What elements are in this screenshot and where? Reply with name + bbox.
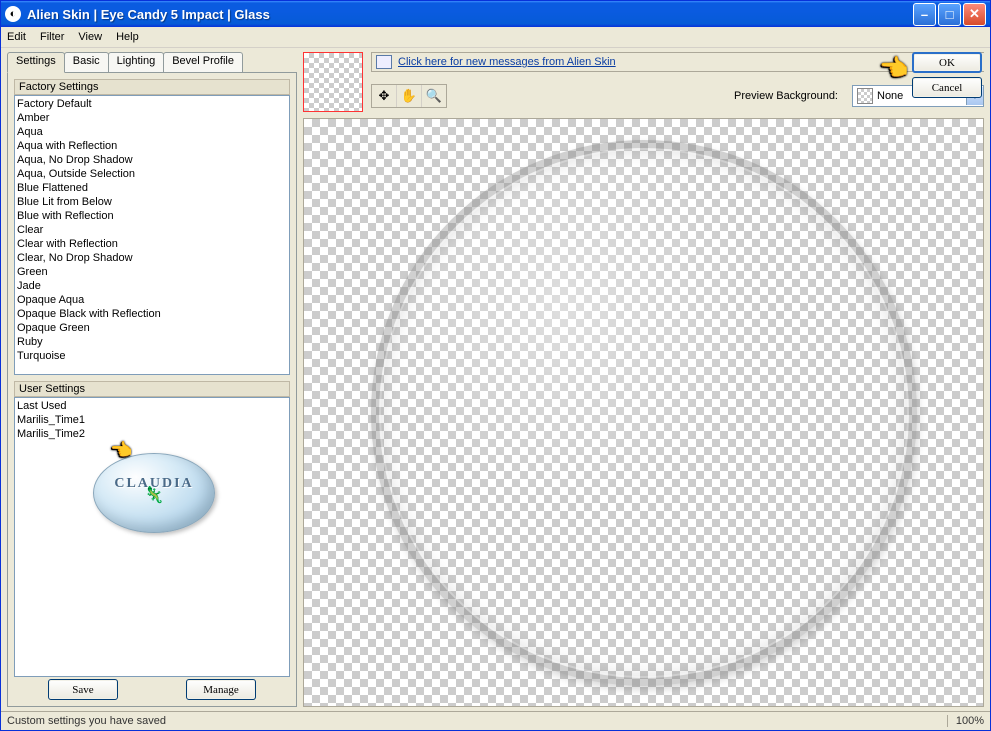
list-item[interactable]: Blue Flattened [17,181,287,195]
mail-icon [376,55,392,69]
right-column: Click here for new messages from Alien S… [303,48,990,711]
watermark-badge: CLAUDIA 🦎 [93,453,215,533]
menu-filter[interactable]: Filter [40,31,64,43]
user-settings-list[interactable]: Last Used Marilis_Time1 Marilis_Time2 👉 … [14,397,290,677]
left-column: Settings Basic Lighting Bevel Profile Fa… [1,48,303,711]
factory-settings-group: Factory Settings Factory Default Amber A… [14,79,290,375]
transparency-swatch-icon [857,88,873,104]
list-item[interactable]: Opaque Aqua [17,293,287,307]
list-item[interactable]: Aqua, Outside Selection [17,167,287,181]
cancel-button[interactable]: Cancel [912,77,982,98]
preview-thumbnail[interactable] [303,52,363,112]
window-buttons: – □ ✕ [913,3,986,26]
factory-settings-header: Factory Settings [14,79,290,95]
list-item[interactable]: Blue Lit from Below [17,195,287,209]
tab-settings[interactable]: Settings [7,52,65,73]
preview-area[interactable] [303,118,984,707]
list-item[interactable]: Last Used [17,399,287,413]
list-item[interactable]: Aqua with Reflection [17,139,287,153]
list-item[interactable]: Jade [17,279,287,293]
user-settings-header: User Settings [14,381,290,397]
titlebar: ◐ Alien Skin | Eye Candy 5 Impact | Glas… [1,1,990,27]
list-item[interactable]: Amber [17,111,287,125]
window-title: Alien Skin | Eye Candy 5 Impact | Glass [27,7,913,22]
toolset: ✥ ✋ 🔍 [371,84,447,108]
manage-button[interactable]: Manage [186,679,256,700]
tabs: Settings Basic Lighting Bevel Profile [7,52,297,72]
menu-help[interactable]: Help [116,31,139,43]
maximize-button[interactable]: □ [938,3,961,26]
list-item[interactable]: Green [17,265,287,279]
pointer-tool-icon[interactable]: ✥ [372,85,397,107]
save-button[interactable]: Save [48,679,118,700]
list-item[interactable]: Marilis_Time1 [17,413,287,427]
statusbar: Custom settings you have saved 100% [1,711,990,730]
close-button[interactable]: ✕ [963,3,986,26]
app-icon: ◐ [5,6,21,22]
glass-effect-preview [371,140,917,686]
factory-settings-list[interactable]: Factory Default Amber Aqua Aqua with Ref… [14,95,290,375]
minimize-button[interactable]: – [913,3,936,26]
tab-bevel-profile[interactable]: Bevel Profile [163,52,243,72]
list-item[interactable]: Aqua [17,125,287,139]
list-item[interactable]: Clear with Reflection [17,237,287,251]
menu-edit[interactable]: Edit [7,31,26,43]
pointer-hand-icon: 👉 [111,443,133,457]
zoom-level: 100% [947,715,984,727]
status-text: Custom settings you have saved [7,715,166,727]
list-item[interactable]: Ruby [17,335,287,349]
app-window: ◐ Alien Skin | Eye Candy 5 Impact | Glas… [0,0,991,731]
tab-basic[interactable]: Basic [64,52,109,72]
message-bar: Click here for new messages from Alien S… [371,52,984,72]
list-item[interactable]: Opaque Black with Reflection [17,307,287,321]
tab-lighting[interactable]: Lighting [108,52,165,72]
tab-panel-settings: Factory Settings Factory Default Amber A… [7,72,297,707]
body: Settings Basic Lighting Bevel Profile Fa… [1,48,990,711]
list-item[interactable]: Factory Default [17,97,287,111]
list-item[interactable]: Opaque Green [17,321,287,335]
ok-button[interactable]: OK [912,52,982,73]
zoom-tool-icon[interactable]: 🔍 [422,85,446,107]
preview-background-label: Preview Background: [734,90,838,102]
hand-tool-icon[interactable]: ✋ [397,85,422,107]
user-buttons-row: Save Manage [14,677,290,700]
messages-link[interactable]: Click here for new messages from Alien S… [398,56,616,68]
list-item[interactable]: Blue with Reflection [17,209,287,223]
menu-view[interactable]: View [78,31,102,43]
lizard-icon: 🦎 [144,489,164,503]
menubar: Edit Filter View Help [1,27,990,48]
list-item[interactable]: Clear, No Drop Shadow [17,251,287,265]
list-item[interactable]: Clear [17,223,287,237]
list-item[interactable]: Marilis_Time2 [17,427,287,441]
list-item[interactable]: Turquoise [17,349,287,363]
list-item[interactable]: Aqua, No Drop Shadow [17,153,287,167]
user-settings-group: User Settings Last Used Marilis_Time1 Ma… [14,381,290,700]
dialog-buttons: OK Cancel 👉 [912,52,982,98]
top-strip: Click here for new messages from Alien S… [303,52,984,112]
tool-row: ✥ ✋ 🔍 Preview Background: None ▼ [371,84,984,108]
